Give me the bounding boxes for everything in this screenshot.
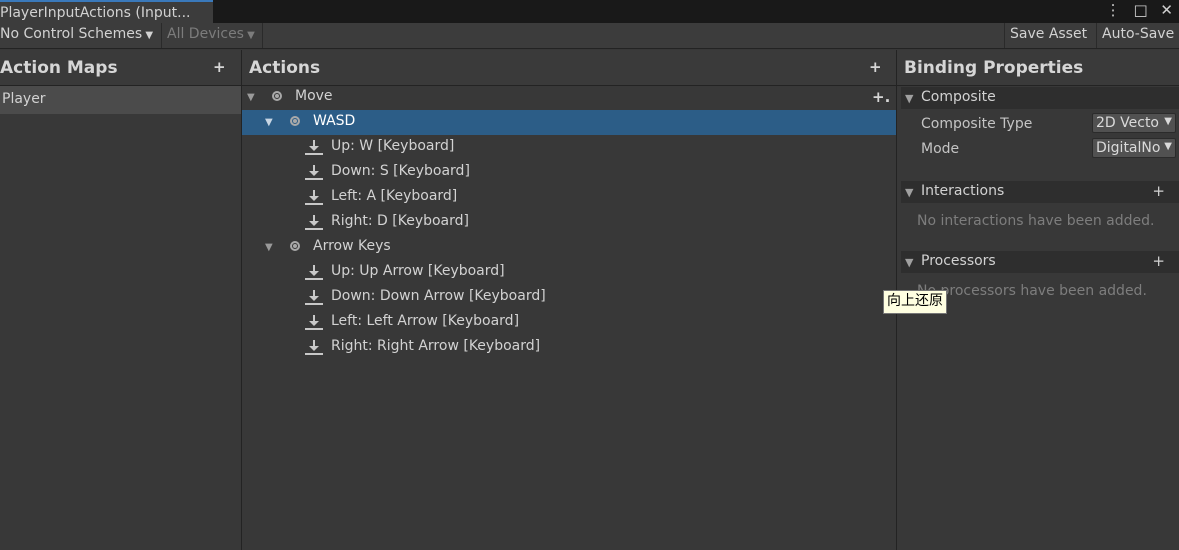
foldout-triangle-icon: ▼ bbox=[905, 256, 914, 269]
add-processor-button[interactable]: + bbox=[1152, 252, 1165, 270]
toolbar-divider bbox=[262, 23, 263, 48]
composite-label: WASD bbox=[313, 113, 356, 129]
composite-icon bbox=[290, 116, 300, 126]
processors-section-header[interactable]: ▼ Processors + bbox=[901, 251, 1179, 273]
foldout-triangle-icon: ▼ bbox=[905, 92, 914, 105]
binding-icon bbox=[305, 140, 323, 155]
binding-icon bbox=[305, 165, 323, 180]
save-asset-button[interactable]: Save Asset bbox=[1010, 26, 1087, 42]
toolbar-divider bbox=[1004, 23, 1005, 48]
devices-label: All Devices bbox=[167, 26, 244, 42]
action-maps-header: Action Maps + bbox=[0, 50, 241, 86]
binding-icon bbox=[305, 215, 323, 230]
composite-type-dropdown[interactable]: 2D Vecto ▼ bbox=[1092, 113, 1176, 133]
mode-value: DigitalNo bbox=[1096, 140, 1161, 156]
add-action-map-button[interactable]: + bbox=[213, 58, 226, 76]
add-binding-button[interactable]: +. bbox=[872, 88, 890, 106]
collapse-triangle-icon[interactable]: ▼ bbox=[265, 117, 273, 128]
binding-label: Up: Up Arrow [Keyboard] bbox=[331, 263, 505, 279]
composite-row-arrow-keys[interactable]: ▼ Arrow Keys bbox=[242, 235, 896, 260]
caret-down-icon: ▼ bbox=[142, 30, 154, 41]
caret-down-icon: ▼ bbox=[1164, 116, 1172, 127]
binding-label: Left: A [Keyboard] bbox=[331, 188, 458, 204]
foldout-triangle-icon: ▼ bbox=[905, 186, 914, 199]
action-row-move[interactable]: ▼ Move +. bbox=[242, 85, 896, 110]
window-controls: ⋮ □ ✕ bbox=[1098, 1, 1173, 19]
tab-title: PlayerInputActions (Input... bbox=[0, 5, 191, 21]
binding-row[interactable]: Left: A [Keyboard] bbox=[242, 185, 896, 210]
restore-down-tooltip: 向上还原 bbox=[883, 290, 947, 314]
mode-label: Mode bbox=[921, 141, 960, 157]
binding-label: Right: Right Arrow [Keyboard] bbox=[331, 338, 541, 354]
tab-input-actions[interactable]: PlayerInputActions (Input... bbox=[0, 0, 213, 23]
maximize-icon[interactable]: □ bbox=[1133, 1, 1147, 19]
binding-icon bbox=[305, 190, 323, 205]
binding-row[interactable]: Left: Left Arrow [Keyboard] bbox=[242, 310, 896, 335]
collapse-triangle-icon[interactable]: ▼ bbox=[247, 92, 255, 103]
binding-row[interactable]: Up: W [Keyboard] bbox=[242, 135, 896, 160]
action-icon bbox=[272, 91, 282, 101]
action-map-label: Player bbox=[2, 91, 46, 107]
toolbar-divider bbox=[1096, 23, 1097, 48]
binding-icon bbox=[305, 290, 323, 305]
binding-icon bbox=[305, 315, 323, 330]
composite-row-wasd[interactable]: ▼ WASD bbox=[242, 110, 896, 135]
binding-properties-header: Binding Properties bbox=[897, 50, 1179, 86]
more-options-icon[interactable]: ⋮ bbox=[1106, 1, 1121, 19]
binding-label: Right: D [Keyboard] bbox=[331, 213, 469, 229]
binding-row[interactable]: Right: Right Arrow [Keyboard] bbox=[242, 335, 896, 360]
binding-label: Up: W [Keyboard] bbox=[331, 138, 455, 154]
auto-save-toggle[interactable]: Auto-Save bbox=[1102, 26, 1174, 42]
add-interaction-button[interactable]: + bbox=[1152, 182, 1165, 200]
binding-label: Left: Left Arrow [Keyboard] bbox=[331, 313, 520, 329]
binding-icon bbox=[305, 265, 323, 280]
binding-properties-title: Binding Properties bbox=[904, 58, 1084, 78]
composite-section-header[interactable]: ▼ Composite bbox=[901, 87, 1179, 109]
interactions-section-label: Interactions bbox=[921, 183, 1005, 199]
composite-label: Arrow Keys bbox=[313, 238, 391, 254]
composite-icon bbox=[290, 241, 300, 251]
control-schemes-label: No Control Schemes bbox=[0, 26, 143, 42]
composite-section-label: Composite bbox=[921, 89, 996, 105]
interactions-empty-text: No interactions have been added. bbox=[917, 213, 1155, 229]
processors-section-label: Processors bbox=[921, 253, 996, 269]
processors-empty-text: No processors have been added. bbox=[917, 283, 1147, 299]
toolbar: No Control Schemes ▼ All Devices ▼ Save … bbox=[0, 23, 1179, 49]
caret-down-icon: ▼ bbox=[1164, 141, 1172, 152]
action-map-item-player[interactable]: Player bbox=[0, 86, 241, 114]
devices-dropdown[interactable]: All Devices ▼ bbox=[167, 26, 255, 42]
binding-row[interactable]: Down: S [Keyboard] bbox=[242, 160, 896, 185]
actions-title: Actions bbox=[249, 58, 321, 78]
add-action-button[interactable]: + bbox=[869, 58, 882, 76]
control-schemes-dropdown[interactable]: No Control Schemes ▼ bbox=[0, 26, 153, 42]
composite-type-label: Composite Type bbox=[921, 116, 1033, 132]
binding-icon bbox=[305, 340, 323, 355]
actions-panel: Actions + ▼ Move +. ▼ WASD Up: W [Keyboa… bbox=[242, 50, 897, 550]
binding-label: Down: Down Arrow [Keyboard] bbox=[331, 288, 546, 304]
actions-header: Actions + bbox=[242, 50, 896, 86]
caret-down-icon: ▼ bbox=[243, 30, 255, 41]
composite-type-value: 2D Vecto bbox=[1096, 115, 1159, 131]
interactions-section-header[interactable]: ▼ Interactions + bbox=[901, 181, 1179, 203]
binding-row[interactable]: Up: Up Arrow [Keyboard] bbox=[242, 260, 896, 285]
collapse-triangle-icon[interactable]: ▼ bbox=[265, 242, 273, 253]
action-label: Move bbox=[295, 88, 333, 104]
tab-bar: PlayerInputActions (Input... ⋮ □ ✕ bbox=[0, 0, 1179, 23]
action-maps-panel: Action Maps + Player bbox=[0, 50, 242, 550]
toolbar-divider bbox=[161, 23, 162, 48]
binding-row[interactable]: Down: Down Arrow [Keyboard] bbox=[242, 285, 896, 310]
action-maps-title: Action Maps bbox=[0, 58, 118, 78]
close-icon[interactable]: ✕ bbox=[1160, 1, 1173, 19]
binding-label: Down: S [Keyboard] bbox=[331, 163, 470, 179]
mode-dropdown[interactable]: DigitalNo ▼ bbox=[1092, 138, 1176, 158]
binding-row[interactable]: Right: D [Keyboard] bbox=[242, 210, 896, 235]
